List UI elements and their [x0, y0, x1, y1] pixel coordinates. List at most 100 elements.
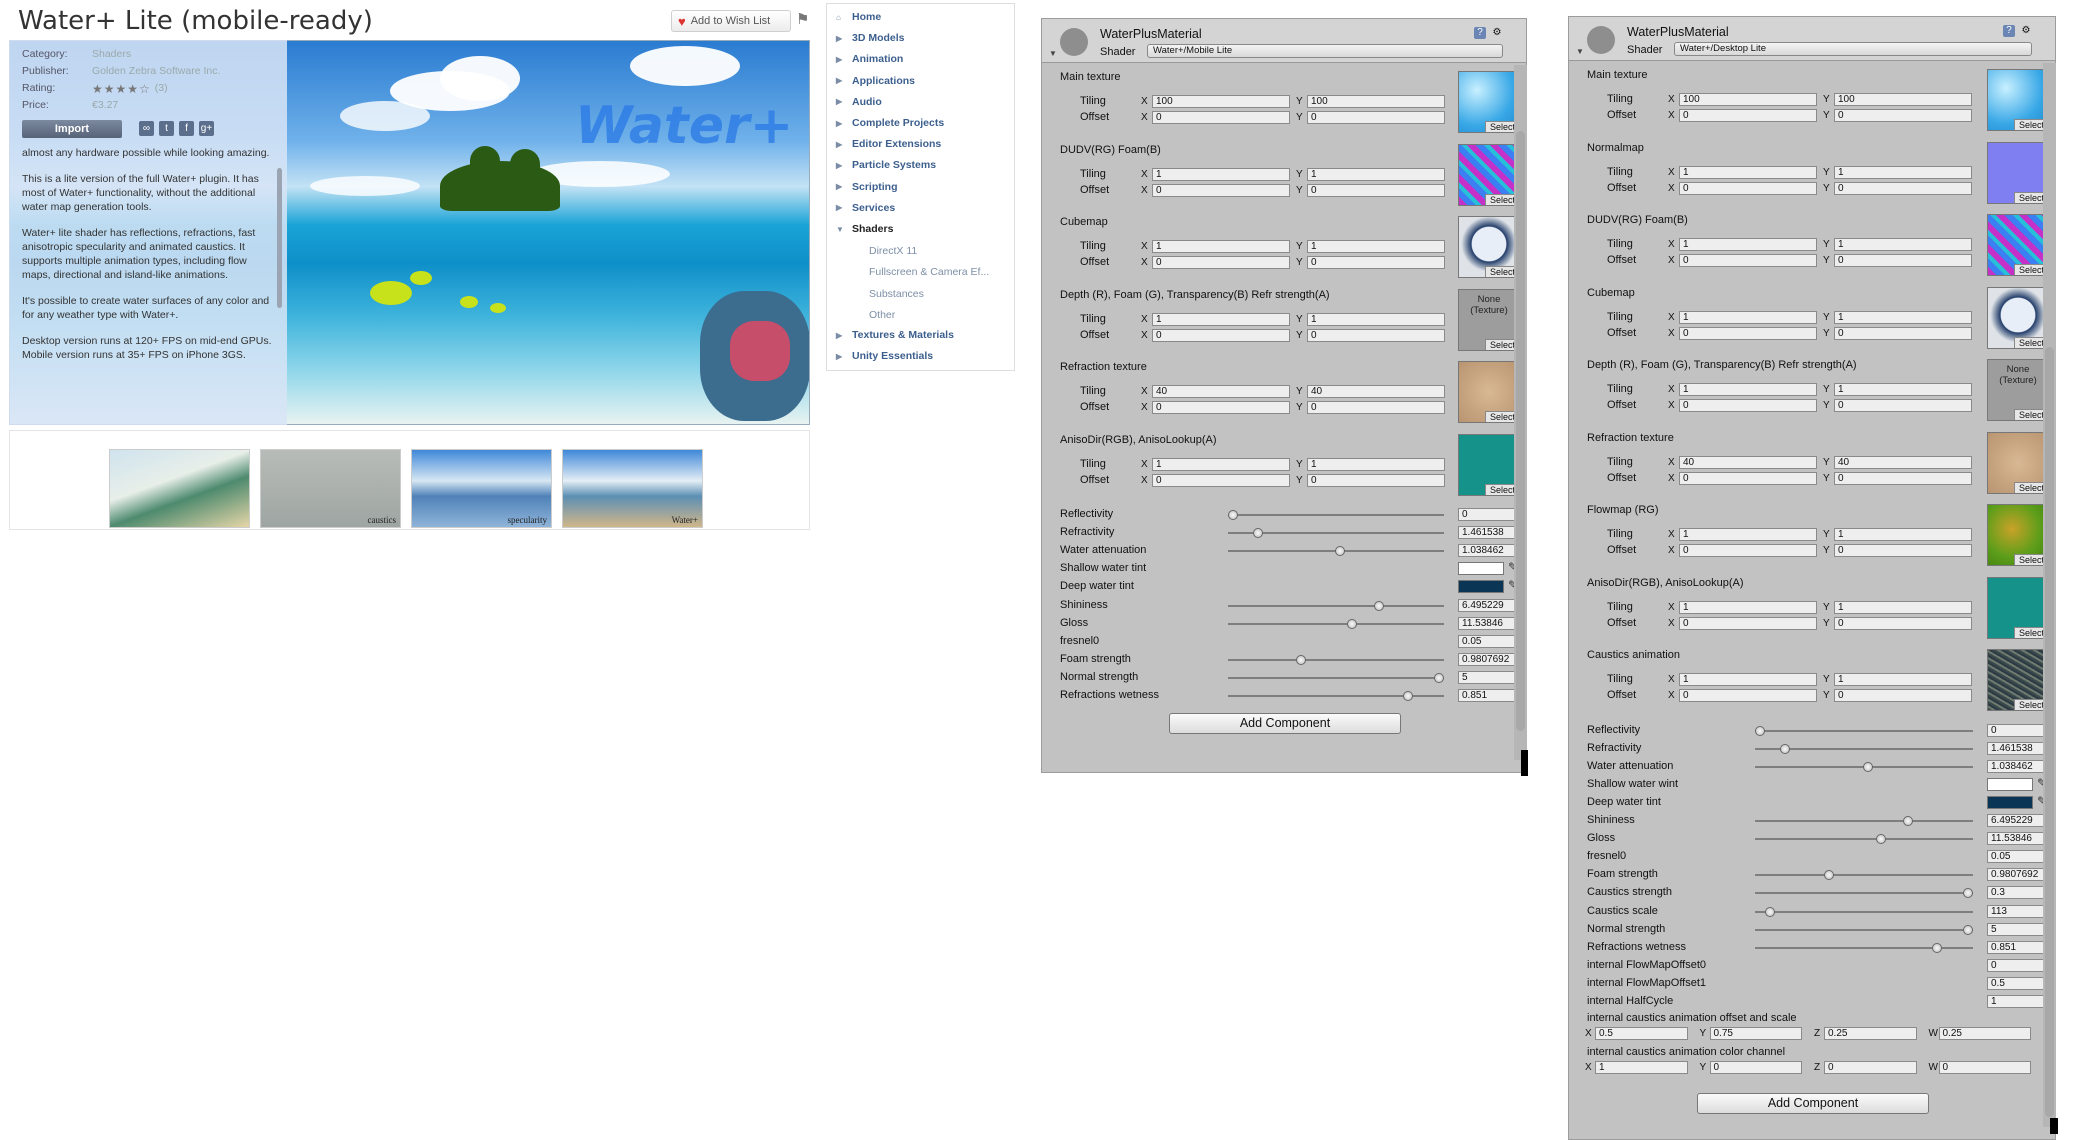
subcategory-item[interactable]: Fullscreen & Camera Ef...	[869, 266, 989, 278]
slider-track[interactable]	[1755, 838, 1973, 841]
property-value-field[interactable]: 1.461538	[1987, 741, 2050, 755]
slider-track[interactable]	[1228, 514, 1444, 516]
offset-y-field[interactable]: 0	[1834, 181, 1972, 195]
slider-handle[interactable]	[1374, 600, 1385, 611]
tiling-x-field[interactable]: 1	[1152, 240, 1290, 253]
slider-track[interactable]	[1228, 676, 1444, 679]
slider-handle[interactable]	[1823, 870, 1834, 881]
offset-y-field[interactable]: 0	[1307, 256, 1445, 269]
property-value-field[interactable]: 0.05	[1987, 850, 2050, 864]
help-icon[interactable]: ?	[2003, 25, 2015, 37]
tiling-x-field[interactable]: 1	[1679, 165, 1817, 179]
x-component-field[interactable]: 1	[1595, 1061, 1688, 1075]
category-item[interactable]: ▶ Complete Projects	[827, 117, 944, 129]
offset-y-field[interactable]: 0	[1834, 326, 1972, 340]
texture-slot[interactable]: Select	[1458, 361, 1520, 423]
y-component-field[interactable]: 0	[1709, 1061, 1802, 1075]
slider-track[interactable]	[1755, 892, 1973, 895]
property-value-field[interactable]: 0	[1987, 958, 2050, 972]
offset-x-field[interactable]: 0	[1679, 616, 1817, 630]
subcategory-item[interactable]: Substances	[869, 288, 924, 300]
texture-slot[interactable]: None (Texture) Select	[1987, 359, 2049, 421]
tiling-y-field[interactable]: 100	[1307, 95, 1445, 108]
deep-tint-color-field[interactable]	[1987, 795, 2033, 809]
category-item[interactable]: ▶ Audio	[827, 96, 882, 108]
tiling-y-field[interactable]: 1	[1834, 310, 1972, 324]
offset-x-field[interactable]: 0	[1679, 254, 1817, 267]
flag-icon[interactable]: ⚑	[796, 10, 809, 28]
property-value-field[interactable]: 0.3	[1987, 886, 2050, 900]
slider-track[interactable]	[1755, 910, 1973, 913]
add-component-button[interactable]: Add Component	[1697, 1093, 1929, 1115]
shader-dropdown[interactable]: Water+/Desktop Lite	[1674, 42, 2032, 56]
slider-handle[interactable]	[1403, 691, 1414, 701]
slider-handle[interactable]	[1963, 924, 1973, 935]
texture-slot[interactable]: Select	[1987, 286, 2049, 349]
slider-track[interactable]	[1755, 928, 1973, 931]
offset-y-field[interactable]: 0	[1307, 401, 1445, 414]
facebook-icon[interactable]: f	[179, 121, 194, 136]
inspector-scrollbar-thumb[interactable]	[1516, 131, 1525, 731]
property-value-field[interactable]: 5	[1458, 670, 1521, 684]
texture-slot[interactable]: Select	[1987, 431, 2049, 494]
category-value[interactable]: Shaders	[92, 48, 131, 60]
thumbnail-2[interactable]: caustics	[260, 449, 401, 528]
slider-track[interactable]	[1755, 729, 1973, 732]
property-value-field[interactable]: 0.851	[1458, 689, 1521, 702]
texture-slot[interactable]: Select	[1987, 141, 2049, 204]
shader-dropdown[interactable]: Water+/Mobile Lite	[1147, 44, 1503, 58]
offset-x-field[interactable]: 0	[1679, 399, 1817, 412]
tiling-x-field[interactable]: 40	[1152, 385, 1290, 398]
tiling-x-field[interactable]: 1	[1152, 312, 1290, 326]
z-component-field[interactable]: 0	[1824, 1061, 1917, 1075]
tiling-y-field[interactable]: 1	[1834, 673, 1972, 686]
x-component-field[interactable]: 0.5	[1595, 1027, 1688, 1041]
tiling-y-field[interactable]: 1	[1834, 383, 1972, 396]
gear-icon[interactable]: ⚙	[1491, 27, 1503, 39]
category-item[interactable]: ▶ Unity Essentials	[827, 350, 933, 362]
google-plus-icon[interactable]: g+	[199, 121, 214, 136]
tiling-y-field[interactable]: 1	[1834, 600, 1972, 614]
tiling-y-field[interactable]: 1	[1307, 312, 1445, 326]
property-value-field[interactable]: 0.5	[1987, 976, 2050, 990]
tiling-x-field[interactable]: 1	[1679, 600, 1817, 614]
foldout-arrow-icon[interactable]: ▼	[1049, 49, 1057, 58]
property-value-field[interactable]: 11.53846	[1458, 616, 1521, 630]
slider-track[interactable]	[1755, 874, 1973, 877]
category-item[interactable]: ▶ Scripting	[827, 181, 898, 193]
offset-y-field[interactable]: 0	[1307, 183, 1445, 197]
tiling-y-field[interactable]: 40	[1834, 455, 1972, 469]
offset-x-field[interactable]: 0	[1679, 109, 1817, 122]
gear-icon[interactable]: ⚙	[2020, 25, 2032, 37]
property-value-field[interactable]: 1.461538	[1458, 526, 1521, 540]
tiling-y-field[interactable]: 1	[1834, 528, 1972, 541]
tiling-x-field[interactable]: 1	[1152, 167, 1290, 181]
offset-x-field[interactable]: 0	[1152, 183, 1290, 197]
property-value-field[interactable]: 0	[1458, 508, 1521, 521]
offset-y-field[interactable]: 0	[1834, 254, 1972, 267]
property-value-field[interactable]: 0.851	[1987, 940, 2050, 954]
slider-handle[interactable]	[1963, 888, 1973, 899]
slider-handle[interactable]	[1779, 743, 1790, 754]
texture-slot[interactable]: Select	[1987, 214, 2049, 276]
offset-y-field[interactable]: 0	[1834, 689, 1972, 702]
slider-handle[interactable]	[1902, 816, 1913, 826]
slider-track[interactable]	[1228, 658, 1444, 661]
texture-slot[interactable]: Select	[1987, 649, 2049, 711]
tiling-y-field[interactable]: 1	[1307, 457, 1445, 471]
offset-y-field[interactable]: 0	[1834, 109, 1972, 122]
inspector-scrollbar-thumb[interactable]	[2045, 347, 2054, 1117]
slider-handle[interactable]	[1931, 942, 1942, 953]
tiling-x-field[interactable]: 1	[1679, 238, 1817, 251]
texture-slot[interactable]: Select	[1987, 69, 2049, 131]
slider-handle[interactable]	[1863, 761, 1874, 772]
import-button[interactable]: Import	[22, 120, 122, 138]
twitter-icon[interactable]: t	[159, 121, 174, 136]
thumbnail-3[interactable]: specularity	[411, 449, 552, 528]
property-value-field[interactable]: 0.9807692	[1458, 652, 1521, 666]
tiling-y-field[interactable]: 1	[1307, 167, 1445, 181]
texture-slot[interactable]: None (Texture) Select	[1458, 288, 1520, 351]
tiling-x-field[interactable]: 1	[1152, 457, 1290, 471]
help-icon[interactable]: ?	[1474, 27, 1486, 39]
texture-slot[interactable]: Select	[1987, 576, 2049, 639]
